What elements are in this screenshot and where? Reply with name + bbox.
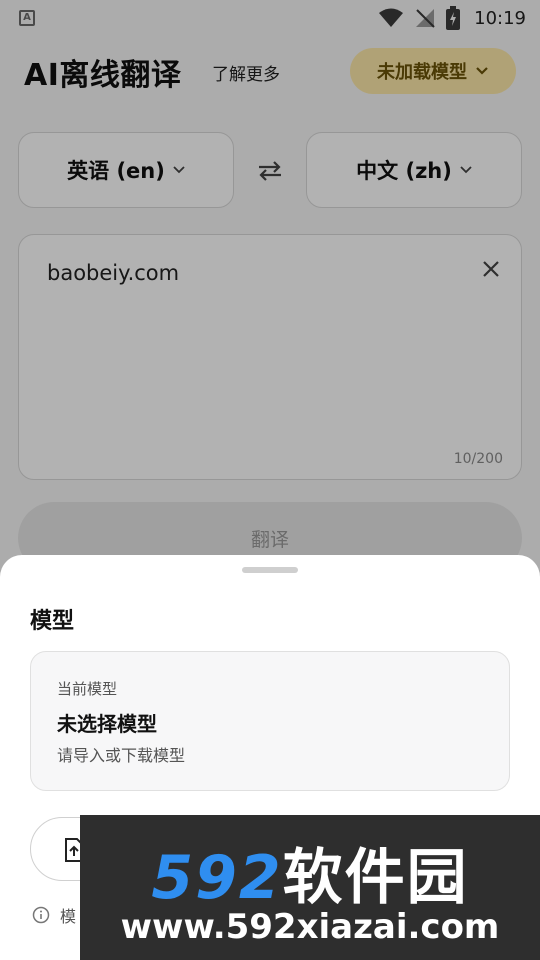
- watermark-brand: 软件园: [282, 843, 469, 913]
- model-info-note: 模: [32, 903, 76, 927]
- drag-handle[interactable]: [242, 567, 298, 573]
- current-model-label: 当前模型: [57, 680, 118, 698]
- watermark-url: www.592xiazai.com: [120, 907, 500, 947]
- watermark-logo: 592软件园: [80, 829, 540, 916]
- sheet-title: 模型: [30, 609, 75, 634]
- current-model-value: 未选择模型: [57, 712, 157, 736]
- current-model-hint: 请导入或下载模型: [57, 746, 186, 765]
- model-info-text: 模: [60, 907, 77, 926]
- info-icon: [32, 906, 50, 924]
- current-model-card: 当前模型 未选择模型 请导入或下载模型: [30, 651, 510, 791]
- site-watermark: 592软件园 www.592xiazai.com: [80, 815, 540, 960]
- watermark-digits: 592: [151, 843, 283, 913]
